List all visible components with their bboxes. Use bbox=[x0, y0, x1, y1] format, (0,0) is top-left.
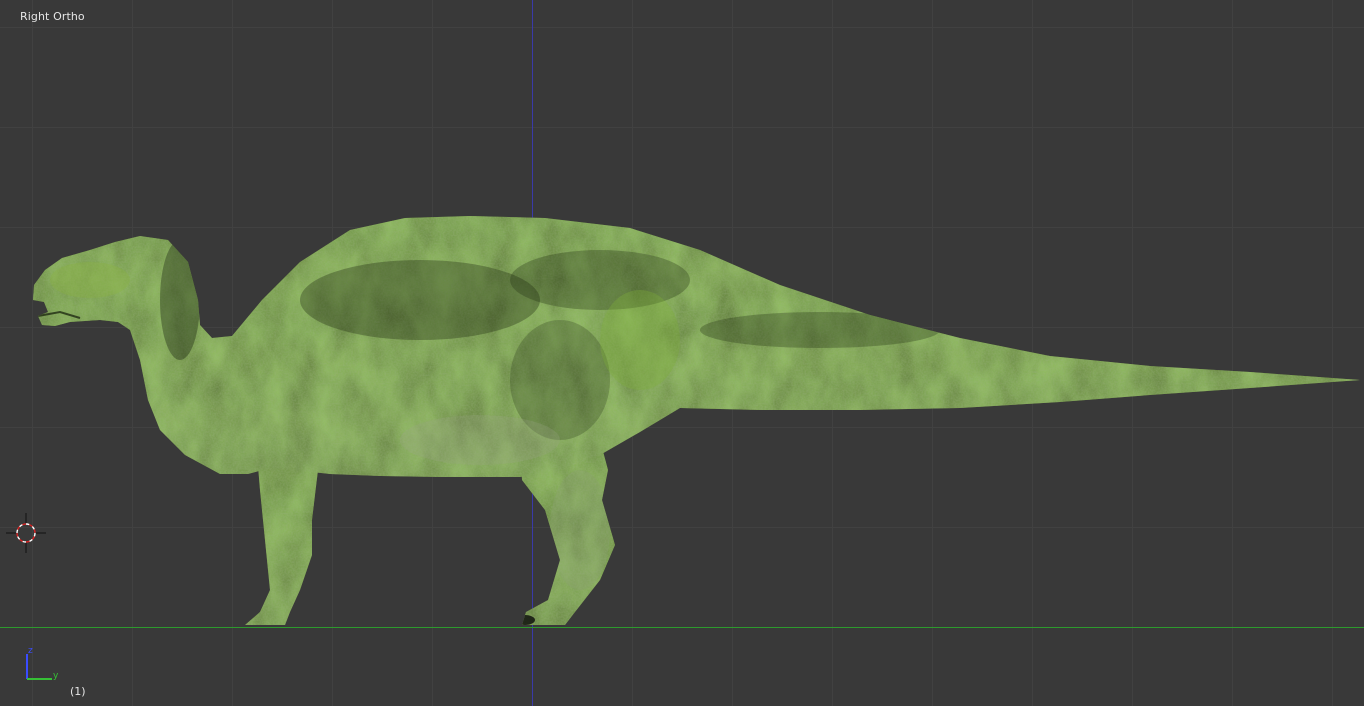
axis-gizmo-icon: z y bbox=[26, 646, 59, 681]
gizmo-z-label: z bbox=[28, 646, 33, 656]
gizmo-y-label: y bbox=[53, 671, 59, 681]
view-name-label: Right Ortho bbox=[20, 10, 85, 23]
dinosaur-texture bbox=[33, 216, 1360, 625]
3d-cursor-icon[interactable] bbox=[6, 513, 46, 553]
3d-viewport[interactable]: Right Ortho z y (1) bbox=[0, 0, 1364, 706]
frame-indicator: (1) bbox=[70, 685, 86, 698]
dinosaur-model[interactable] bbox=[0, 0, 1364, 706]
